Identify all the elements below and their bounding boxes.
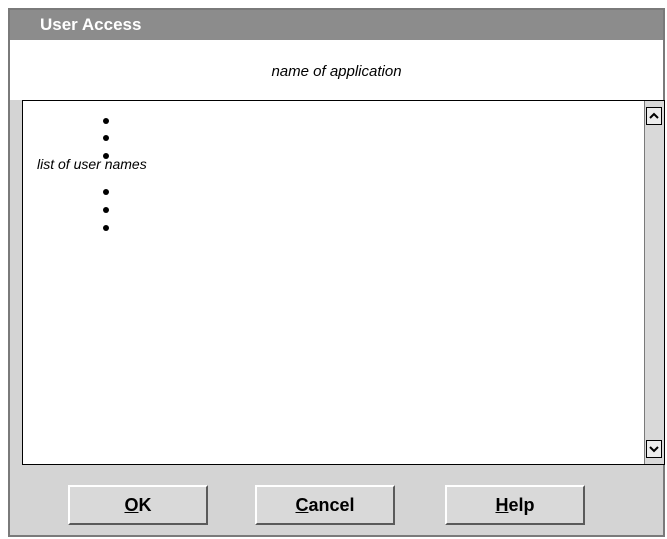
user-list-box[interactable]: list of user names bbox=[22, 100, 665, 465]
ok-label-rest: K bbox=[138, 495, 152, 515]
button-bar: OK Cancel Help bbox=[10, 465, 663, 535]
chevron-down-icon bbox=[649, 446, 659, 453]
ellipsis-dot bbox=[103, 118, 109, 124]
ellipsis-dot bbox=[103, 189, 109, 195]
cancel-label-rest: ancel bbox=[308, 495, 355, 515]
ellipsis-dot bbox=[103, 225, 109, 231]
cancel-button[interactable]: Cancel bbox=[255, 485, 395, 525]
user-access-dialog: User Access name of application list of … bbox=[8, 8, 665, 537]
window-title: User Access bbox=[10, 10, 663, 40]
scroll-up-button[interactable] bbox=[646, 107, 662, 125]
list-item-placeholder: list of user names bbox=[37, 156, 147, 172]
ok-mnemonic: O bbox=[124, 495, 139, 515]
scroll-down-button[interactable] bbox=[646, 440, 662, 458]
user-list: list of user names bbox=[23, 101, 642, 464]
cancel-mnemonic: C bbox=[295, 495, 309, 515]
help-button[interactable]: Help bbox=[445, 485, 585, 525]
help-mnemonic: H bbox=[495, 495, 509, 515]
ok-button[interactable]: OK bbox=[68, 485, 208, 525]
ellipsis-dot bbox=[103, 135, 109, 141]
vertical-scrollbar[interactable] bbox=[644, 101, 664, 464]
application-name: name of application bbox=[271, 63, 402, 80]
chevron-up-icon bbox=[649, 112, 659, 119]
ellipsis-dot bbox=[103, 207, 109, 213]
help-label-rest: elp bbox=[508, 495, 535, 515]
